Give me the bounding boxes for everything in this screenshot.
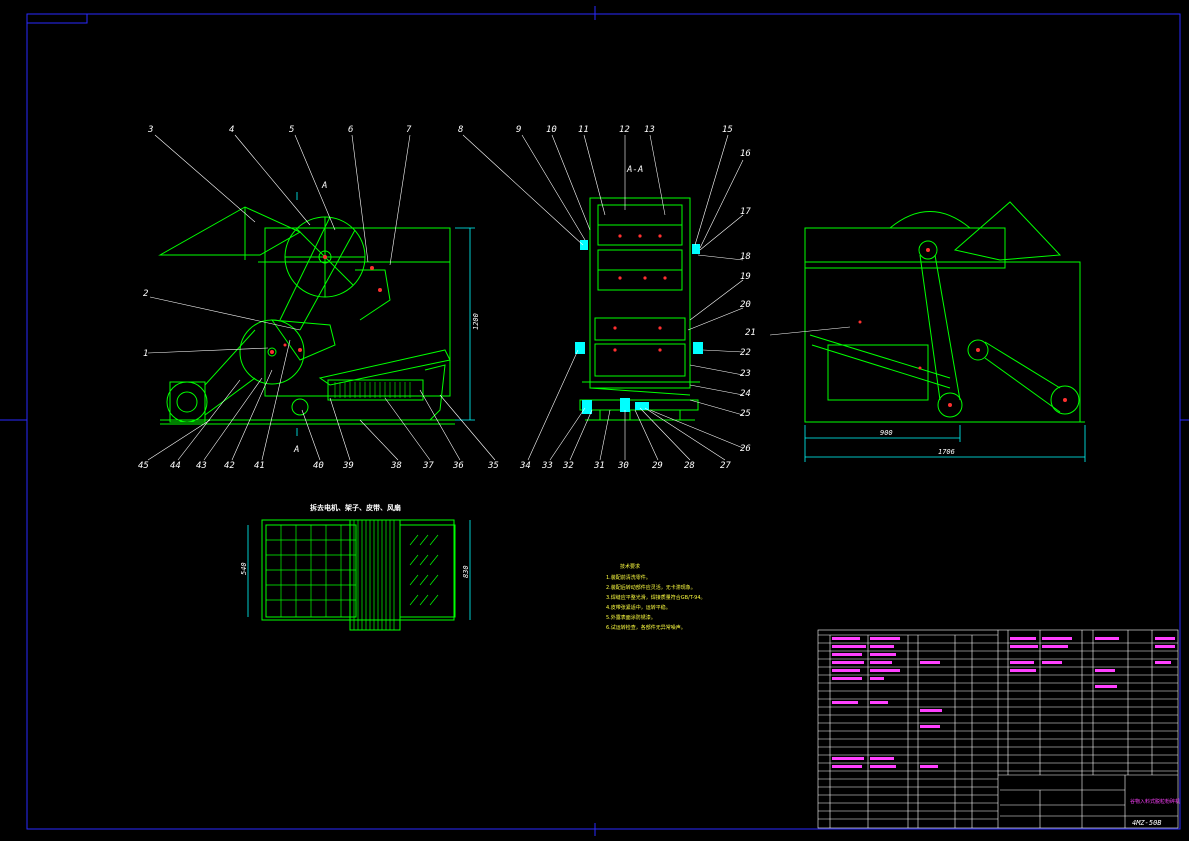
part-number: 16: [740, 149, 751, 159]
part-number: 34: [519, 461, 531, 471]
machine-title: 谷物入料式脱粒粉碎机: [1130, 798, 1180, 805]
part-number: 8: [458, 125, 463, 135]
part-number: 32: [562, 461, 574, 471]
plan-view-grid: [266, 520, 439, 630]
leader-lines-mid: [462, 134, 744, 461]
part-number: 30: [617, 461, 629, 471]
section-view: [579, 197, 700, 421]
part-number: 3: [147, 125, 153, 135]
part-number: 36: [452, 461, 464, 471]
cad-drawing-sheet: 1200 A A 3 4 5 6 7 2 1 45 44 43 42 41 40…: [0, 6, 1189, 836]
dim-plan-830: 830: [462, 565, 470, 578]
part-number: 35: [487, 461, 499, 471]
section-marker-bottom: A: [293, 445, 299, 455]
part-number: 42: [224, 461, 235, 471]
tech-note: 3.焊缝应平整光滑，焊接质量符合GB/T-94。: [606, 594, 706, 601]
dim-width-1706: 1706: [938, 448, 955, 456]
part-number: 18: [740, 252, 751, 262]
part-numbers-mid: 8 9 10 11 12 13 15 16 17 18 19 20 21 22 …: [458, 125, 756, 471]
part-number: 38: [390, 461, 402, 471]
part-number: 44: [170, 461, 181, 471]
part-number: 39: [342, 461, 354, 471]
part-number: 4: [229, 125, 234, 135]
part-number: 10: [546, 125, 557, 135]
part-number: 12: [619, 125, 630, 135]
part-number: 37: [422, 461, 434, 471]
rear-view-leader: [769, 326, 851, 336]
part-numbers-left: 3 4 5 6 7 2 1 45 44 43 42 41 40 39 38 37…: [138, 125, 499, 471]
part-number: 2: [143, 289, 148, 299]
rear-view-red-bolts: [858, 248, 1067, 407]
tech-note: 4.皮带张紧适中，运转平稳。: [606, 604, 671, 611]
part-number: 17: [740, 207, 751, 217]
tech-notes-title: 技术要求: [620, 563, 640, 570]
drawing-number: 4MZ-50B: [1132, 819, 1162, 827]
tech-notes: 技术要求 1.装配前清洗零件。 2.装配后转动部件应灵活，无卡滞现象。 3.焊缝…: [606, 563, 706, 631]
part-number: 5: [289, 125, 294, 135]
part-number: 29: [652, 461, 663, 471]
part-number: 1: [143, 349, 148, 359]
section-view-red-bolts: [613, 234, 667, 352]
part-number: 22: [740, 348, 751, 358]
side-view-left: [158, 206, 455, 425]
part-number: 11: [578, 125, 589, 135]
parts-list-entries: [832, 637, 1175, 768]
part-number: 24: [740, 389, 751, 399]
part-number: 21: [745, 328, 756, 338]
part-number: 6: [348, 125, 353, 135]
tech-note: 2.装配后转动部件应灵活，无卡滞现象。: [606, 584, 696, 591]
section-title: A-A: [626, 165, 643, 175]
part-number: 45: [138, 461, 149, 471]
rear-view-dimensions: [804, 425, 1086, 462]
part-number: 15: [722, 125, 733, 135]
rear-view: [804, 201, 1085, 423]
drawing-frame: [0, 6, 1189, 836]
tech-note: 1.装配前清洗零件。: [606, 574, 651, 581]
dim-width-900: 900: [880, 429, 893, 437]
part-number: 25: [740, 409, 751, 419]
dim-plan-540: 540: [240, 562, 248, 575]
tech-note: 6.试运转检查，各部件无异常噪声。: [606, 624, 686, 631]
part-number: 41: [254, 461, 265, 471]
plan-view: [261, 519, 456, 631]
part-number: 28: [684, 461, 695, 471]
part-number: 33: [541, 461, 553, 471]
part-number: 20: [740, 300, 751, 310]
dim-height: 1200: [472, 313, 480, 330]
part-number: 23: [740, 369, 751, 379]
part-number: 9: [516, 125, 521, 135]
tech-note: 5.外露表面涂防锈漆。: [606, 614, 656, 621]
section-marker-top: A: [321, 181, 327, 191]
part-number: 26: [740, 444, 751, 454]
part-number: 19: [740, 272, 751, 282]
part-number: 27: [720, 461, 731, 471]
parts-list-table: [817, 629, 1179, 829]
part-number: 43: [196, 461, 207, 471]
part-number: 7: [406, 125, 412, 135]
part-number: 40: [313, 461, 324, 471]
plan-caption: 拆去电机、架子、皮带、风扇: [310, 503, 401, 512]
part-number: 13: [644, 125, 655, 135]
part-number: 31: [593, 461, 605, 471]
